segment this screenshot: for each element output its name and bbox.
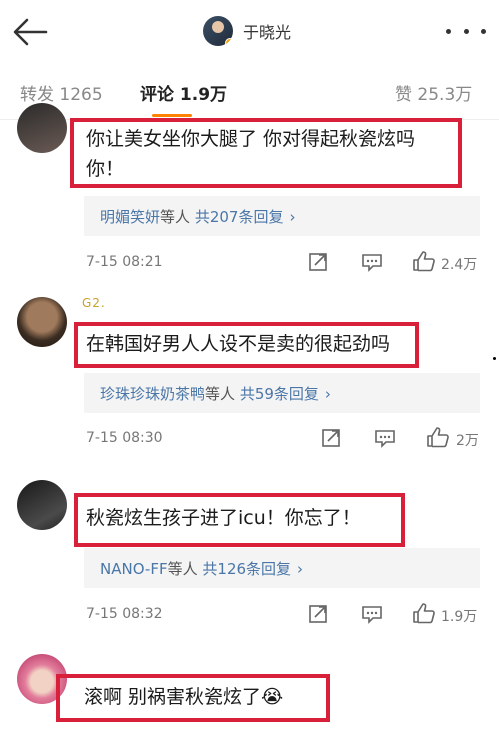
reply-bar[interactable]: 珍珠珍珠奶茶鸭等人 共59条回复 › xyxy=(84,373,480,413)
comment-text: 滚啊 别祸害秋瓷炫了😭 xyxy=(84,686,284,708)
avatar[interactable] xyxy=(203,16,233,46)
comment-time: 7-15 08:21 xyxy=(86,254,163,270)
comment-time: 7-15 08:32 xyxy=(86,606,163,622)
comment-time: 7-15 08:30 xyxy=(86,430,163,446)
verified-badge-icon xyxy=(225,38,233,46)
tab-like[interactable]: 赞 25.3万 xyxy=(395,80,472,105)
reply-users-link[interactable]: NANO-FF xyxy=(100,560,168,578)
like-count: 1.9万 xyxy=(441,609,478,625)
thumbs-up-icon[interactable] xyxy=(412,250,436,272)
chevron-right-icon: › xyxy=(289,208,296,226)
active-tab-indicator xyxy=(152,114,192,117)
chevron-right-icon: › xyxy=(297,560,304,578)
like-count: 2.4万 xyxy=(441,257,478,273)
reply-bar[interactable]: 明媚笑妍等人 共207条回复 › xyxy=(84,196,480,236)
reply-count-link[interactable]: 共207条回复 xyxy=(195,208,284,226)
repost-icon[interactable] xyxy=(321,428,343,448)
user-tag: G2. xyxy=(82,296,106,310)
avatar[interactable] xyxy=(17,297,67,347)
tab-repost[interactable]: 转发 1265 xyxy=(20,80,103,105)
stray-dot xyxy=(493,357,496,360)
profile-header[interactable]: 于晓光 xyxy=(203,14,291,48)
thumbs-up-icon[interactable] xyxy=(412,602,436,624)
thumbs-up-icon[interactable] xyxy=(426,426,450,448)
profile-name[interactable]: 于晓光 xyxy=(243,19,291,43)
like-count: 2万 xyxy=(456,433,479,449)
back-arrow-icon[interactable] xyxy=(10,16,50,48)
comment-icon[interactable] xyxy=(361,604,383,624)
reply-mid-text: 等人 xyxy=(167,560,198,578)
reply-bar[interactable]: NANO-FF等人 共126条回复 › xyxy=(84,548,480,588)
avatar[interactable] xyxy=(17,103,67,153)
repost-icon[interactable] xyxy=(308,604,330,624)
reply-users-link[interactable]: 珍珠珍珠奶茶鸭 xyxy=(100,385,205,403)
chevron-right-icon: › xyxy=(324,385,331,403)
comment-text: 你让美女坐你大腿了 你对得起秋瓷炫吗你！ xyxy=(86,128,416,180)
reply-count-link[interactable]: 共59条回复 xyxy=(240,385,319,403)
comment-text: 在韩国好男人人设不是卖的很起劲吗 xyxy=(86,333,391,355)
comment-icon[interactable] xyxy=(374,428,396,448)
reply-mid-text: 等人 xyxy=(160,208,191,226)
reply-mid-text: 等人 xyxy=(205,385,236,403)
reply-users-link[interactable]: 明媚笑妍 xyxy=(100,208,160,226)
top-bar: 于晓光 xyxy=(0,0,499,62)
tab-comment[interactable]: 评论 1.9万 xyxy=(140,80,227,105)
more-dots-icon[interactable] xyxy=(446,22,486,40)
avatar[interactable] xyxy=(17,480,67,530)
tab-bar: 转发 1265 评论 1.9万 赞 25.3万 xyxy=(0,62,499,120)
comment-text: 秋瓷炫生孩子进了icu！你忘了！ xyxy=(86,507,361,529)
repost-icon[interactable] xyxy=(308,252,330,272)
comment-icon[interactable] xyxy=(361,252,383,272)
reply-count-link[interactable]: 共126条回复 xyxy=(202,560,291,578)
